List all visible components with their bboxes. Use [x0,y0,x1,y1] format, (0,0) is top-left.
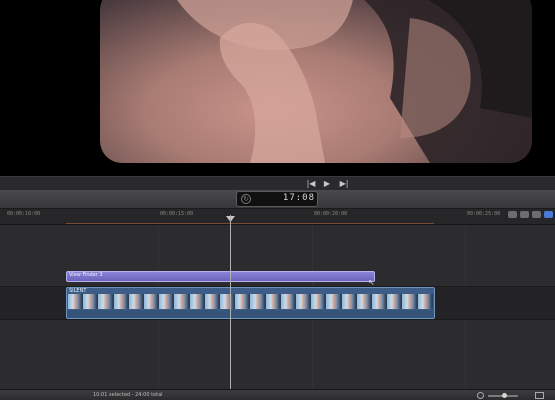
timecode-value: 17:08 [282,193,315,203]
viewer-image [177,0,532,163]
ruler-tick-label: 00:00:25:00 [467,211,501,217]
dashboard-toolbar: ↻ 17:08 [0,190,555,209]
viewer-video-frame [100,0,532,163]
zoom-slider-handle[interactable] [502,393,507,398]
selection-range-line [66,223,434,224]
status-bar: 10:01 selected - 24:00 total [0,389,555,400]
ruler-tick-label: 00:00:15:00 [160,211,194,217]
skip-forward-icon[interactable]: ▶| [337,178,351,190]
selection-status-text: 10:01 selected - 24:00 total [93,392,163,398]
transport-controls: |◀ ▶ ▶| [0,176,555,190]
timecode-display[interactable]: ↻ 17:08 [236,191,318,207]
title-clip-label: View Finder 3 [69,272,103,278]
audio-skimming-icon[interactable] [508,211,517,218]
play-icon[interactable]: ▶ [320,178,334,190]
solo-icon[interactable] [520,211,529,218]
skimming-icon[interactable] [544,211,553,218]
skip-back-icon[interactable]: |◀ [304,178,318,190]
title-clip[interactable]: View Finder 3 [66,271,375,282]
clip-appearance-icon[interactable] [535,392,544,399]
sync-icon: ↻ [241,194,251,204]
ruler-tick-label: 00:00:20:00 [314,211,348,217]
mouse-cursor-icon: ↖ [368,278,375,287]
snapping-icon[interactable] [532,211,541,218]
video-clip[interactable]: SILENT [66,287,435,319]
zoom-icon[interactable] [477,392,484,399]
playhead[interactable] [230,215,231,389]
timeline-area[interactable]: View Finder 3 SILENT [0,225,555,389]
clip-filmstrip [68,294,433,309]
viewer [0,0,555,176]
video-editor-window: |◀ ▶ ▶| ↻ 17:08 00:00:10:00 00:00:15:00 … [0,0,555,400]
clip-audio-waveform [67,310,434,318]
timeline-view-options [505,211,553,219]
ruler-tick-label: 00:00:10:00 [7,211,41,217]
